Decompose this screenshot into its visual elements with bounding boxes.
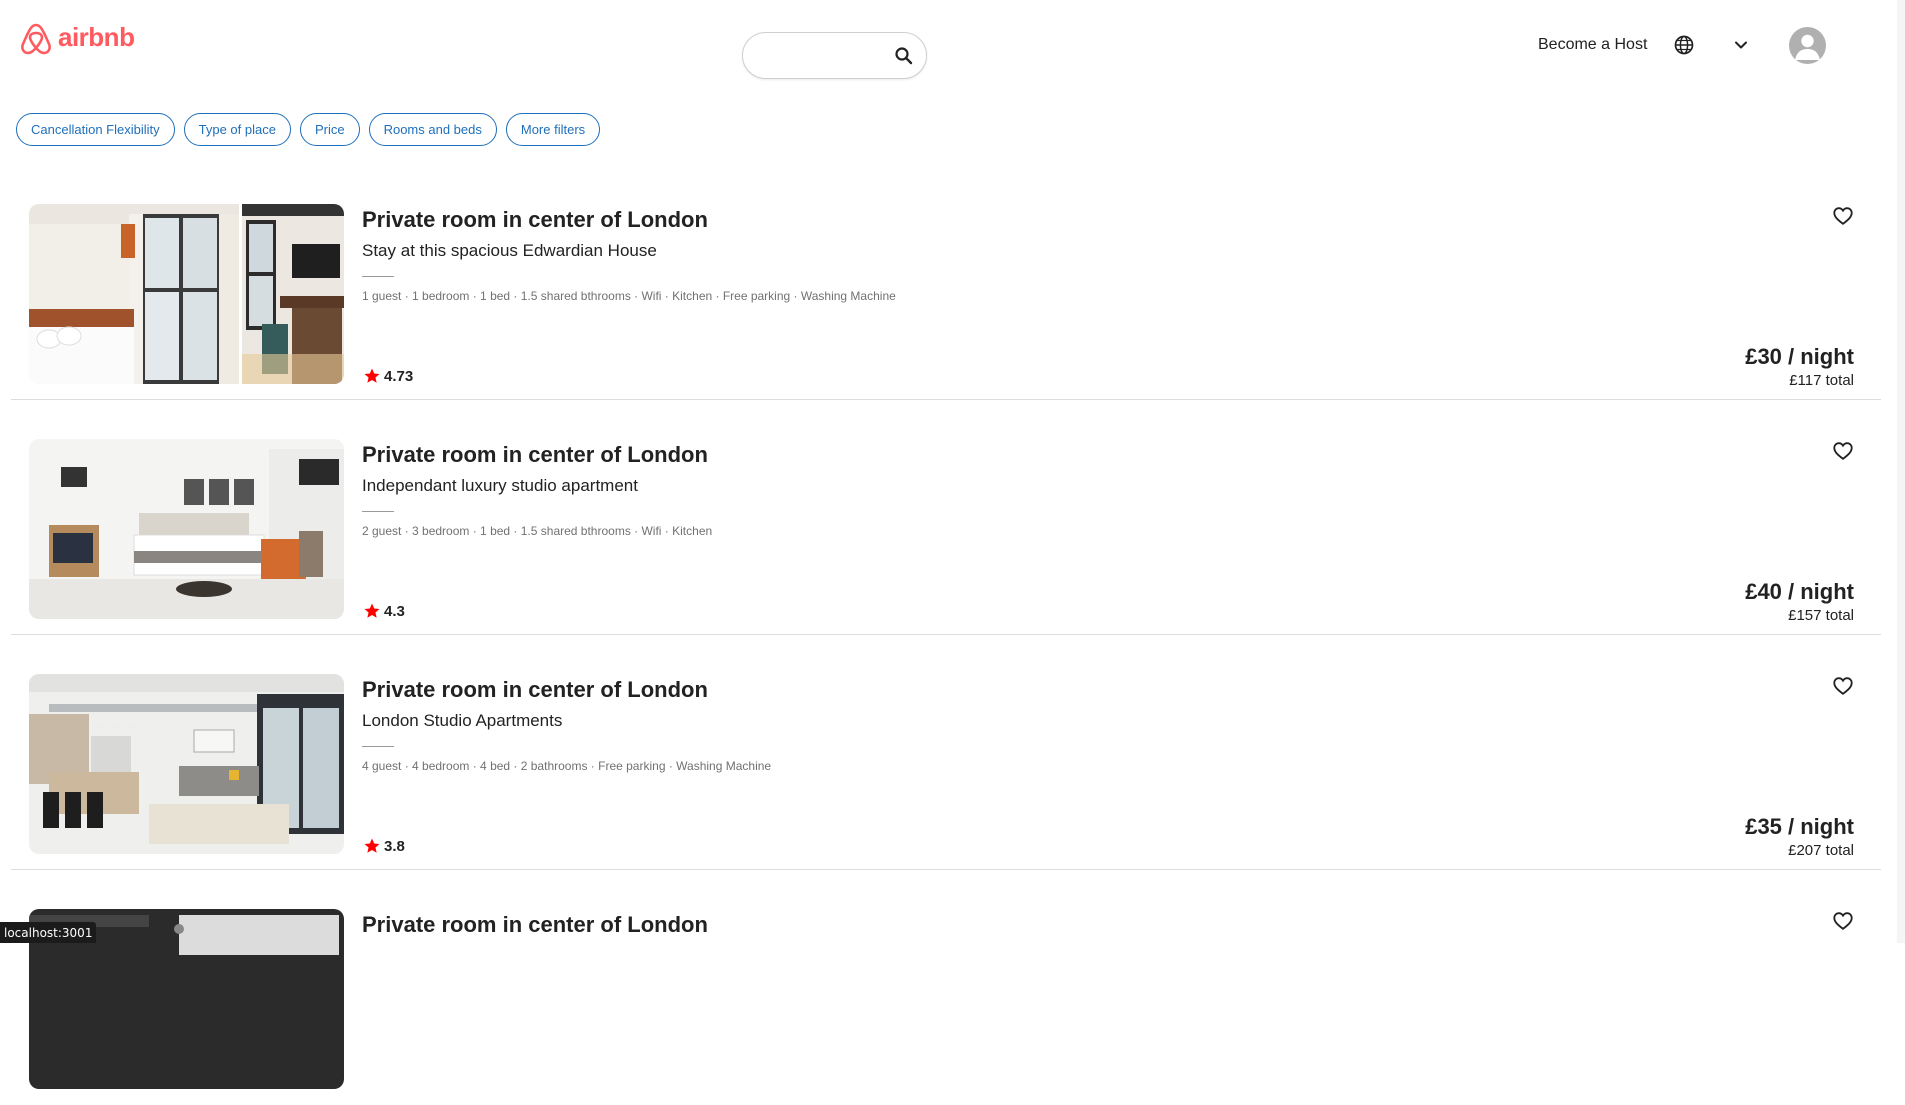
listing-total: £117 total	[1789, 372, 1854, 389]
listing-card[interactable]: Private room in center of London Indepen…	[11, 400, 1881, 635]
chevron-down-icon[interactable]	[1732, 36, 1750, 54]
avatar-silhouette-icon	[1795, 34, 1820, 60]
listing-total: £157 total	[1788, 607, 1854, 624]
globe-icon[interactable]	[1673, 34, 1695, 56]
listing-subtitle: Independant luxury studio apartment	[362, 476, 638, 495]
listing-title[interactable]: Private room in center of London	[362, 912, 708, 938]
star-icon	[364, 603, 380, 618]
listing-amenities: 2 guest · 3 bedroom · 1 bed · 1.5 shared…	[362, 524, 713, 538]
listing-photo-gallery[interactable]	[29, 204, 344, 384]
listing-divider	[362, 276, 394, 277]
airbnb-logo[interactable]: airbnb	[20, 21, 135, 56]
listing-photo-gallery[interactable]	[29, 439, 344, 619]
filter-bar: Cancellation Flexibility Type of place P…	[16, 113, 601, 146]
rating-value: 4.73	[384, 367, 414, 385]
listing-divider	[362, 746, 394, 747]
listing-title[interactable]: Private room in center of London	[362, 442, 708, 468]
rating-value: 3.8	[384, 837, 405, 855]
airbnb-logo-icon	[21, 23, 51, 55]
listing-price: £30 / night	[1745, 344, 1854, 369]
listing-total: £207 total	[1788, 842, 1854, 859]
filter-cancellation-flexibility[interactable]: Cancellation Flexibility	[16, 113, 175, 146]
listing-photo	[242, 204, 344, 384]
listing-photo-gallery[interactable]	[29, 674, 344, 854]
star-icon	[364, 368, 380, 383]
listing-rating: 3.8	[363, 837, 405, 855]
heart-icon[interactable]	[1832, 205, 1854, 227]
heart-icon[interactable]	[1832, 440, 1854, 462]
filter-type-of-place[interactable]: Type of place	[183, 113, 291, 146]
listing-rating: 4.73	[363, 367, 413, 385]
heart-icon[interactable]	[1832, 910, 1854, 932]
page-scrollbar[interactable]	[1897, 0, 1905, 943]
browser-status-bar: localhost:3001	[0, 922, 97, 943]
star-icon	[364, 838, 380, 853]
search-bar[interactable]	[742, 32, 927, 79]
listing-photo	[29, 439, 344, 619]
listing-title[interactable]: Private room in center of London	[362, 207, 708, 233]
rating-value: 4.3	[384, 602, 405, 620]
listing-card[interactable]: Private room in center of London London …	[11, 635, 1881, 870]
listing-price: £35 / night	[1745, 814, 1854, 839]
listing-subtitle: Stay at this spacious Edwardian House	[362, 241, 657, 260]
listing-amenities: 1 guest · 1 bedroom · 1 bed · 1.5 shared…	[362, 289, 896, 303]
search-icon[interactable]	[894, 46, 914, 66]
listing-card[interactable]: Private room in center of London	[11, 870, 1881, 1105]
listing-card[interactable]: Private room in center of London Stay at…	[11, 165, 1881, 400]
filter-more-filters[interactable]: More filters	[505, 113, 601, 146]
top-header: airbnb Become a Host	[0, 0, 1905, 100]
listing-title[interactable]: Private room in center of London	[362, 677, 708, 703]
listing-photo	[29, 674, 344, 854]
become-host-link[interactable]: Become a Host	[1538, 36, 1647, 54]
filter-rooms-and-beds[interactable]: Rooms and beds	[368, 113, 497, 146]
listing-photo	[29, 204, 239, 384]
listing-price: £40 / night	[1745, 579, 1854, 604]
heart-icon[interactable]	[1832, 675, 1854, 697]
listing-subtitle: London Studio Apartments	[362, 711, 563, 730]
listing-divider	[362, 511, 394, 512]
brand-name: airbnb	[58, 21, 135, 52]
listing-amenities: 4 guest · 4 bedroom · 4 bed · 2 bathroom…	[362, 759, 772, 773]
user-avatar-icon[interactable]	[1789, 27, 1826, 64]
listing-rating: 4.3	[363, 602, 405, 620]
filter-price[interactable]: Price	[299, 113, 360, 146]
